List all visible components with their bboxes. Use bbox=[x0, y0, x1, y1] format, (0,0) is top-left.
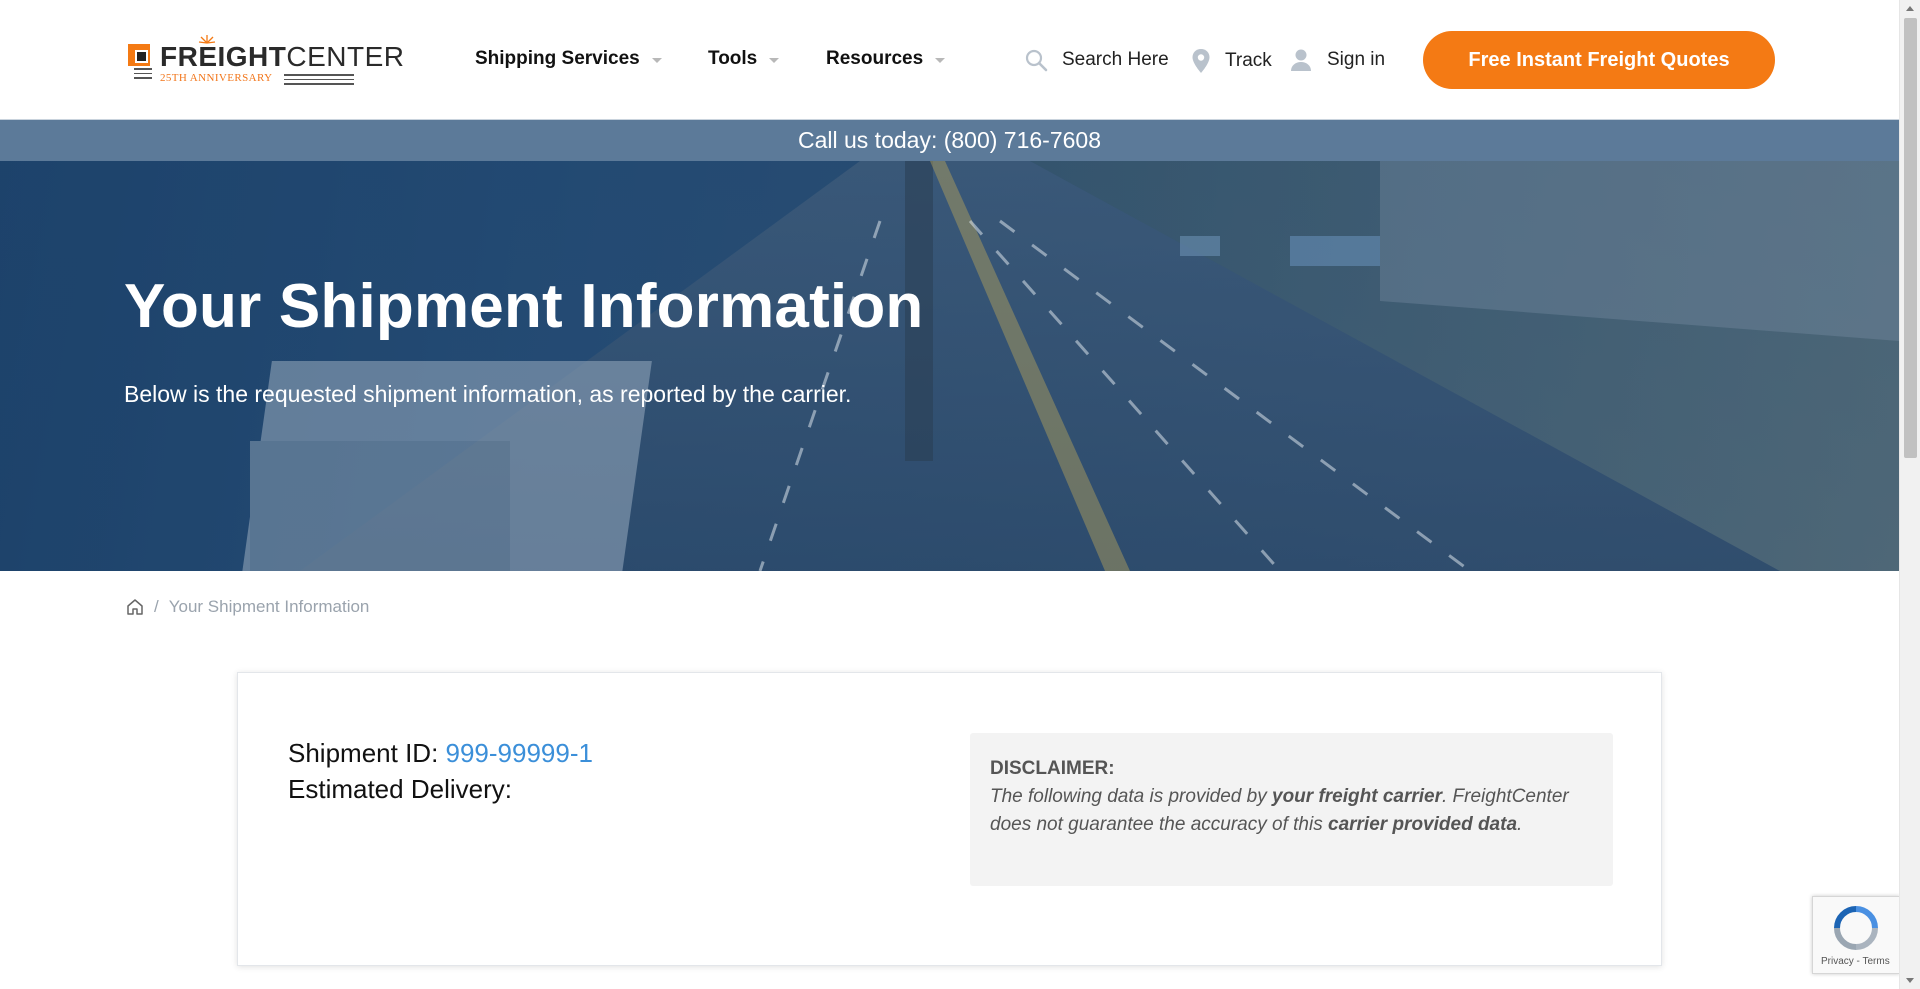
scroll-up-icon[interactable] bbox=[1906, 6, 1914, 11]
nav-label: Tools bbox=[708, 48, 758, 69]
page-scrollbar[interactable] bbox=[1899, 0, 1920, 989]
shipment-card: Shipment ID: 999-99999-1 Estimated Deliv… bbox=[237, 672, 1662, 966]
page-subtitle: Below is the requested shipment informat… bbox=[124, 381, 852, 407]
nav-tools[interactable]: Tools bbox=[708, 48, 780, 70]
home-icon[interactable] bbox=[126, 598, 144, 616]
shipment-id-row: Shipment ID: 999-99999-1 bbox=[288, 735, 593, 771]
signin-label: Sign in bbox=[1327, 49, 1386, 70]
breadcrumb-separator: / bbox=[154, 597, 159, 616]
search-link[interactable]: Search Here bbox=[1024, 48, 1169, 72]
recaptcha-links[interactable]: Privacy - Terms bbox=[1821, 956, 1890, 967]
site-header: FREIGHTCENTER 25TH ANNIVERSARY Shipping … bbox=[0, 0, 1899, 120]
shipment-info: Shipment ID: 999-99999-1 Estimated Deliv… bbox=[288, 735, 593, 807]
disclaimer-box: DISCLAIMER: The following data is provid… bbox=[970, 733, 1613, 886]
breadcrumb-current: Your Shipment Information bbox=[168, 597, 370, 616]
logo-tagline: 25TH ANNIVERSARY bbox=[160, 72, 273, 84]
free-quotes-button[interactable]: Free Instant Freight Quotes bbox=[1423, 31, 1775, 89]
highway-background-image bbox=[242, 161, 1899, 571]
logo-wordmark: FREIGHTCENTER bbox=[160, 41, 405, 72]
recaptcha-badge[interactable]: Privacy - Terms bbox=[1812, 896, 1900, 974]
breadcrumb: / Your Shipment Information bbox=[126, 597, 369, 617]
scroll-down-icon[interactable] bbox=[1906, 978, 1914, 983]
hero-banner: Your Shipment Information Below is the r… bbox=[0, 161, 1899, 571]
logo-left-lines bbox=[134, 68, 152, 82]
nav-label: Resources bbox=[826, 48, 924, 69]
freightcenter-logo[interactable]: FREIGHTCENTER 25TH ANNIVERSARY bbox=[126, 34, 404, 88]
logo-right-lines bbox=[284, 74, 354, 88]
recaptcha-icon bbox=[1834, 906, 1878, 950]
search-icon bbox=[1024, 48, 1048, 72]
nav-resources[interactable]: Resources bbox=[826, 48, 946, 70]
search-label: Search Here bbox=[1062, 49, 1169, 70]
map-pin-icon bbox=[1191, 48, 1211, 74]
signin-link[interactable]: Sign in bbox=[1289, 48, 1385, 72]
chevron-down-icon bbox=[935, 57, 946, 63]
nav-shipping-services[interactable]: Shipping Services bbox=[475, 48, 662, 70]
disclaimer-text: The following data is provided by your f… bbox=[990, 786, 1569, 835]
call-us-text[interactable]: Call us today: (800) 716-7608 bbox=[798, 127, 1101, 154]
scrollbar-thumb[interactable] bbox=[1904, 18, 1917, 458]
chevron-down-icon bbox=[651, 57, 662, 63]
shipment-id-label: Shipment ID: bbox=[288, 738, 446, 768]
page-title: Your Shipment Information bbox=[124, 272, 924, 341]
estimated-delivery-row: Estimated Delivery: bbox=[288, 771, 593, 807]
estimated-delivery-label: Estimated Delivery: bbox=[288, 774, 512, 804]
disclaimer-heading: DISCLAIMER: bbox=[990, 758, 1115, 779]
nav-label: Shipping Services bbox=[475, 48, 640, 69]
shipment-id-value[interactable]: 999-99999-1 bbox=[446, 738, 593, 768]
track-label: Track bbox=[1225, 50, 1272, 71]
chevron-down-icon bbox=[769, 57, 780, 63]
track-link[interactable]: Track bbox=[1191, 48, 1272, 74]
call-us-bar: Call us today: (800) 716-7608 bbox=[0, 120, 1899, 161]
user-icon bbox=[1289, 48, 1313, 72]
